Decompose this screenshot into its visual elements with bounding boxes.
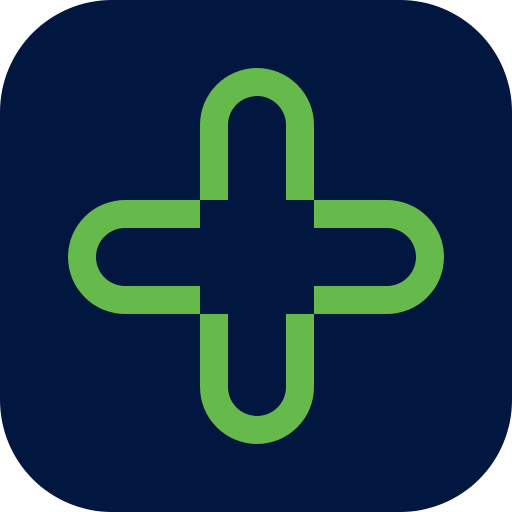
cross-center-square bbox=[200, 200, 314, 314]
app-icon[interactable] bbox=[0, 0, 512, 512]
app-icon-graphic bbox=[0, 0, 512, 512]
